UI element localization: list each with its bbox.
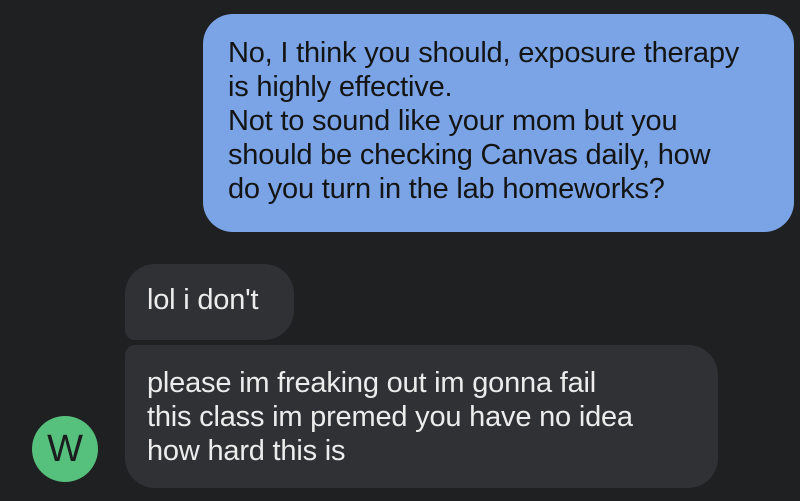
received-message-bubble[interactable]: please im freaking out im gonna fail thi… bbox=[125, 345, 718, 488]
received-message-bubble[interactable]: lol i don't bbox=[125, 264, 294, 340]
contact-avatar[interactable]: W bbox=[32, 416, 98, 482]
sent-message-bubble[interactable]: No, I think you should, exposure therapy… bbox=[203, 14, 794, 232]
message-thread[interactable]: No, I think you should, exposure therapy… bbox=[0, 0, 800, 501]
